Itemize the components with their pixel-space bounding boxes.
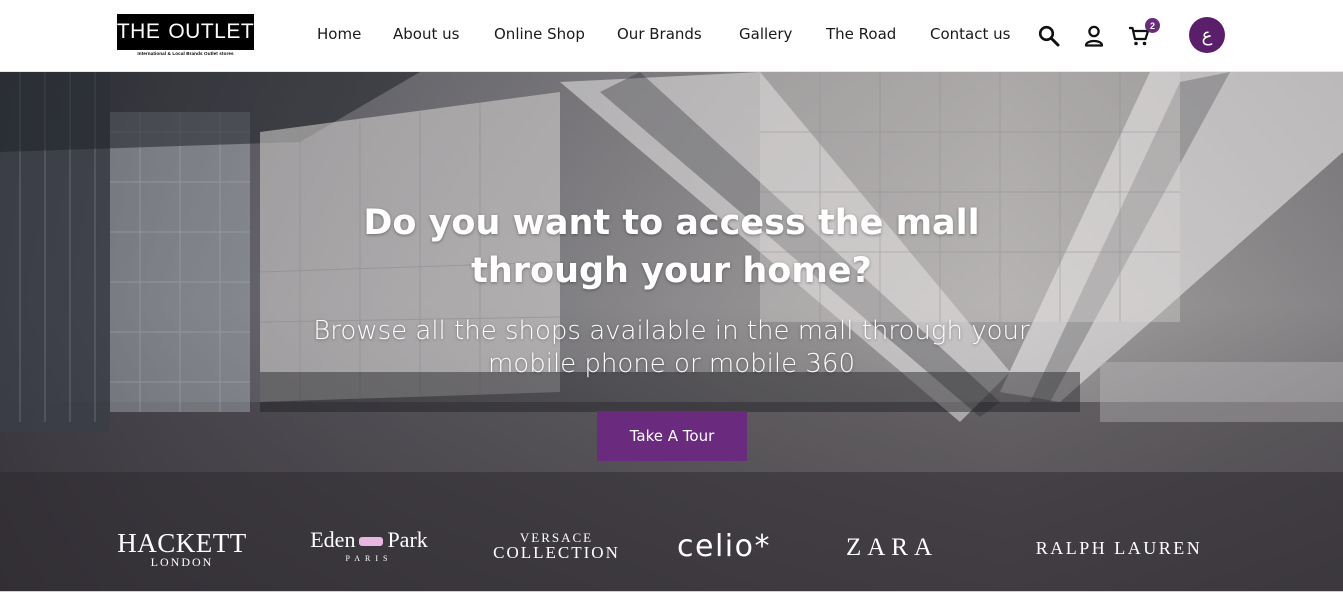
brand-logo-zara[interactable]: ZARA [824,534,960,562]
nav-our-brands[interactable]: Our Brands [617,25,702,43]
brand-logo-hackett[interactable]: HACKETT LONDON [115,528,249,569]
nav-the-road[interactable]: The Road [826,25,896,43]
brand-hackett-name: HACKETT [117,528,247,558]
language-toggle-button[interactable]: ع [1189,17,1225,53]
brand-eden-park-city: PARIS [345,554,393,563]
brand-logo-ralph-lauren[interactable]: RALPH LAUREN [1010,538,1228,559]
brand-logo-versace-collection[interactable]: VERSACE COLLECTION [489,531,624,562]
logo[interactable]: THE OUTLET International & Local Brands … [117,14,254,58]
brand-logo-celio[interactable]: celio* [671,529,777,564]
brand-park-word: Park [387,527,428,552]
brand-logo-eden-park[interactable]: Eden Park PARIS [298,528,440,566]
nav-online-shop[interactable]: Online Shop [494,25,585,43]
logo-word-outlet: OUTLET [168,20,255,43]
nav-about-us[interactable]: About us [393,25,459,43]
hero-banner: Do you want to access the mall through y… [0,72,1343,591]
brand-logos-strip: HACKETT LONDON Eden Park PARIS VERSACE CO… [0,520,1343,580]
page-bottom-strip [0,591,1343,616]
hero-title: Do you want to access the mall through y… [363,203,980,291]
bow-tie-icon [359,537,384,547]
nav-gallery[interactable]: Gallery [739,25,792,43]
user-icon[interactable] [1084,25,1104,47]
take-a-tour-button[interactable]: Take A Tour [597,411,747,461]
logo-wordmark: THE OUTLET [117,14,254,50]
logo-word-the: THE [116,20,161,43]
nav-home[interactable]: Home [317,25,361,43]
search-icon[interactable] [1038,25,1060,47]
brand-eden-word: Eden [310,527,356,552]
hero-subtitle: Browse all the shops available in the ma… [313,316,1030,379]
brand-versace-line: COLLECTION [493,543,620,562]
site-header: THE OUTLET International & Local Brands … [0,0,1343,72]
nav-contact-us[interactable]: Contact us [930,25,1010,43]
cart-count-badge: 2 [1145,18,1160,33]
logo-tagline: International & Local Brands Outlet stor… [137,51,234,56]
